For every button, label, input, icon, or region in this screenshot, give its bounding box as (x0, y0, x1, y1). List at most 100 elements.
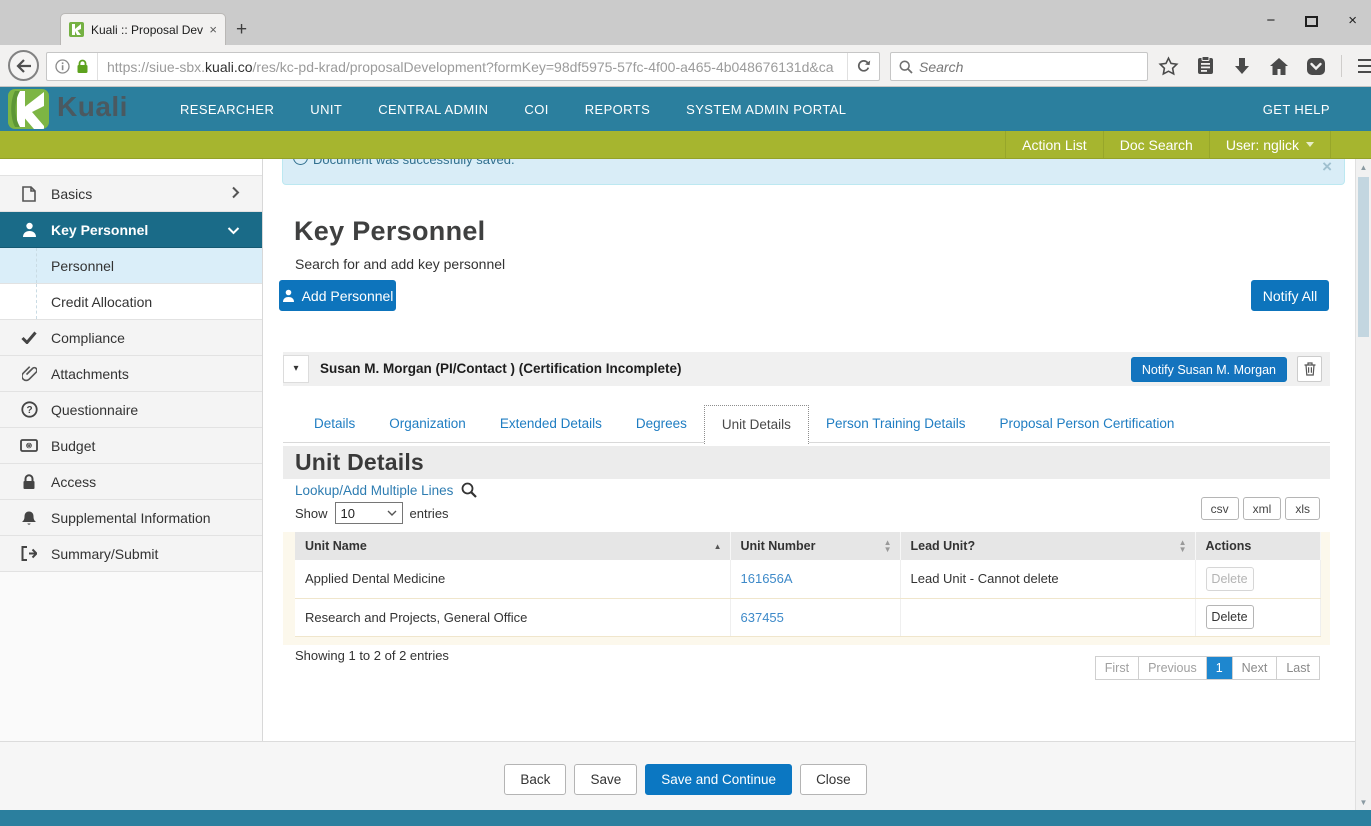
sidebar-item-personnel[interactable]: Personnel (0, 248, 262, 284)
check-icon (20, 331, 38, 344)
magnifier-icon[interactable] (461, 482, 477, 498)
page-next[interactable]: Next (1232, 657, 1277, 679)
page-size-select[interactable]: 10 (335, 502, 403, 524)
page-first[interactable]: First (1096, 657, 1138, 679)
unit-details-band: Unit Details (283, 446, 1330, 479)
lookup-add-multiple-lines-link[interactable]: Lookup/Add Multiple Lines (295, 483, 453, 498)
primary-nav: RESEARCHER UNIT CENTRAL ADMIN COI REPORT… (180, 87, 846, 131)
cell-lead-unit: Lead Unit - Cannot delete (900, 560, 1195, 598)
delete-row-button[interactable]: Delete (1206, 605, 1254, 629)
tab-unit-details[interactable]: Unit Details (704, 405, 809, 444)
bookmark-star-icon[interactable] (1156, 51, 1180, 81)
page-last[interactable]: Last (1276, 657, 1319, 679)
add-personnel-button[interactable]: Add Personnel (279, 280, 396, 311)
person-panel-title: Susan M. Morgan (PI/Contact ) (Certifica… (320, 352, 682, 386)
bookmarks-menu-icon[interactable] (1193, 51, 1217, 81)
tab-organization[interactable]: Organization (372, 405, 483, 442)
export-xls-button[interactable]: xls (1285, 497, 1320, 520)
col-lead-unit[interactable]: Lead Unit?▲▼ (900, 532, 1195, 560)
minimize-button[interactable]: − (1266, 12, 1275, 30)
get-help-link[interactable]: GET HELP (1263, 87, 1330, 131)
nav-unit[interactable]: UNIT (310, 102, 342, 117)
sidebar: Basics Key Personnel Personnel Credit Al… (0, 159, 263, 741)
select-chevron-icon (387, 510, 397, 516)
col-unit-name[interactable]: Unit Name▲ (295, 532, 730, 560)
url-bar[interactable]: https://siue-sbx.kuali.co/res/kc-pd-krad… (46, 52, 880, 81)
sidebar-item-budget[interactable]: 0 Budget (0, 428, 262, 464)
export-buttons: csv xml xls (1201, 497, 1320, 520)
search-input[interactable] (919, 59, 1139, 75)
back-button[interactable] (8, 50, 39, 81)
vertical-scrollbar[interactable]: ▲ ▼ (1355, 159, 1371, 810)
home-icon[interactable] (1267, 51, 1291, 81)
page-title: Key Personnel (294, 216, 485, 247)
collapse-toggle[interactable]: ▾ (283, 355, 309, 383)
table-row: Applied Dental Medicine 161656A Lead Uni… (295, 560, 1320, 598)
tab-proposal-person-certification[interactable]: Proposal Person Certification (983, 405, 1192, 442)
nav-researcher[interactable]: RESEARCHER (180, 102, 274, 117)
lock-icon (20, 474, 38, 490)
window-controls: − × (1266, 12, 1357, 30)
cell-lead-unit (900, 598, 1195, 636)
menu-hamburger-icon[interactable] (1355, 51, 1371, 81)
paperclip-icon (20, 366, 38, 382)
show-entries-row: Show 10 entries (295, 502, 449, 524)
success-alert: ✓ Document was successfully saved. × (282, 159, 1345, 185)
window-close-button[interactable]: × (1348, 12, 1357, 30)
notify-person-button[interactable]: Notify Susan M. Morgan (1131, 357, 1287, 382)
browser-toolbar: https://siue-sbx.kuali.co/res/kc-pd-krad… (0, 45, 1371, 87)
alert-close-icon[interactable]: × (1322, 159, 1332, 175)
site-identity[interactable] (47, 53, 98, 80)
scrollbar-thumb[interactable] (1358, 177, 1369, 337)
sidebar-item-basics[interactable]: Basics (0, 176, 262, 212)
scroll-down-icon[interactable]: ▼ (1356, 794, 1371, 810)
tab-extended-details[interactable]: Extended Details (483, 405, 619, 442)
maximize-button[interactable] (1305, 16, 1318, 27)
new-tab-button[interactable]: + (236, 20, 247, 39)
tab-close-icon[interactable]: × (209, 22, 217, 37)
tab-details[interactable]: Details (297, 405, 372, 442)
search-box[interactable] (890, 52, 1148, 81)
back-form-button[interactable]: Back (504, 764, 566, 795)
nav-system-admin-portal[interactable]: SYSTEM ADMIN PORTAL (686, 102, 846, 117)
scroll-up-icon[interactable]: ▲ (1356, 159, 1371, 175)
browser-tab[interactable]: Kuali :: Proposal Developme × (60, 13, 226, 45)
user-menu[interactable]: User: nglick (1209, 131, 1331, 158)
url-text[interactable]: https://siue-sbx.kuali.co/res/kc-pd-krad… (98, 59, 847, 75)
col-unit-number[interactable]: Unit Number▲▼ (730, 532, 900, 560)
doc-search-link[interactable]: Doc Search (1103, 131, 1209, 158)
tab-degrees[interactable]: Degrees (619, 405, 704, 442)
sidebar-item-supplemental-information[interactable]: Supplemental Information (0, 500, 262, 536)
page-number-current[interactable]: 1 (1206, 657, 1232, 679)
nav-coi[interactable]: COI (524, 102, 548, 117)
page-previous[interactable]: Previous (1138, 657, 1206, 679)
sidebar-item-summary-submit[interactable]: Summary/Submit (0, 536, 262, 572)
sidebar-item-key-personnel[interactable]: Key Personnel (0, 212, 262, 248)
sidebar-item-credit-allocation[interactable]: Credit Allocation (0, 284, 262, 320)
unit-details-table: Unit Name▲ Unit Number▲▼ Lead Unit?▲▼ Ac… (295, 532, 1321, 637)
close-button[interactable]: Close (800, 764, 867, 795)
show-label: Show (295, 506, 328, 521)
kuali-logo[interactable] (8, 89, 49, 129)
export-xml-button[interactable]: xml (1243, 497, 1282, 520)
action-list-link[interactable]: Action List (1005, 131, 1103, 158)
unit-number-link[interactable]: 161656A (741, 571, 793, 586)
sidebar-item-questionnaire[interactable]: ? Questionnaire (0, 392, 262, 428)
reload-icon[interactable] (847, 53, 879, 80)
downloads-icon[interactable] (1230, 51, 1254, 81)
toolbar-icons (1156, 51, 1371, 81)
pocket-icon[interactable] (1304, 51, 1328, 81)
save-and-continue-button[interactable]: Save and Continue (645, 764, 792, 795)
tab-person-training-details[interactable]: Person Training Details (809, 405, 983, 442)
sidebar-item-attachments[interactable]: Attachments (0, 356, 262, 392)
nav-central-admin[interactable]: CENTRAL ADMIN (378, 102, 488, 117)
delete-person-button[interactable] (1297, 356, 1322, 382)
export-csv-button[interactable]: csv (1201, 497, 1239, 520)
cell-actions: Delete (1195, 598, 1320, 636)
save-button[interactable]: Save (574, 764, 637, 795)
nav-reports[interactable]: REPORTS (585, 102, 650, 117)
notify-all-button[interactable]: Notify All (1251, 280, 1329, 311)
sidebar-item-access[interactable]: Access (0, 464, 262, 500)
unit-number-link[interactable]: 637455 (741, 610, 784, 625)
sidebar-item-compliance[interactable]: Compliance (0, 320, 262, 356)
